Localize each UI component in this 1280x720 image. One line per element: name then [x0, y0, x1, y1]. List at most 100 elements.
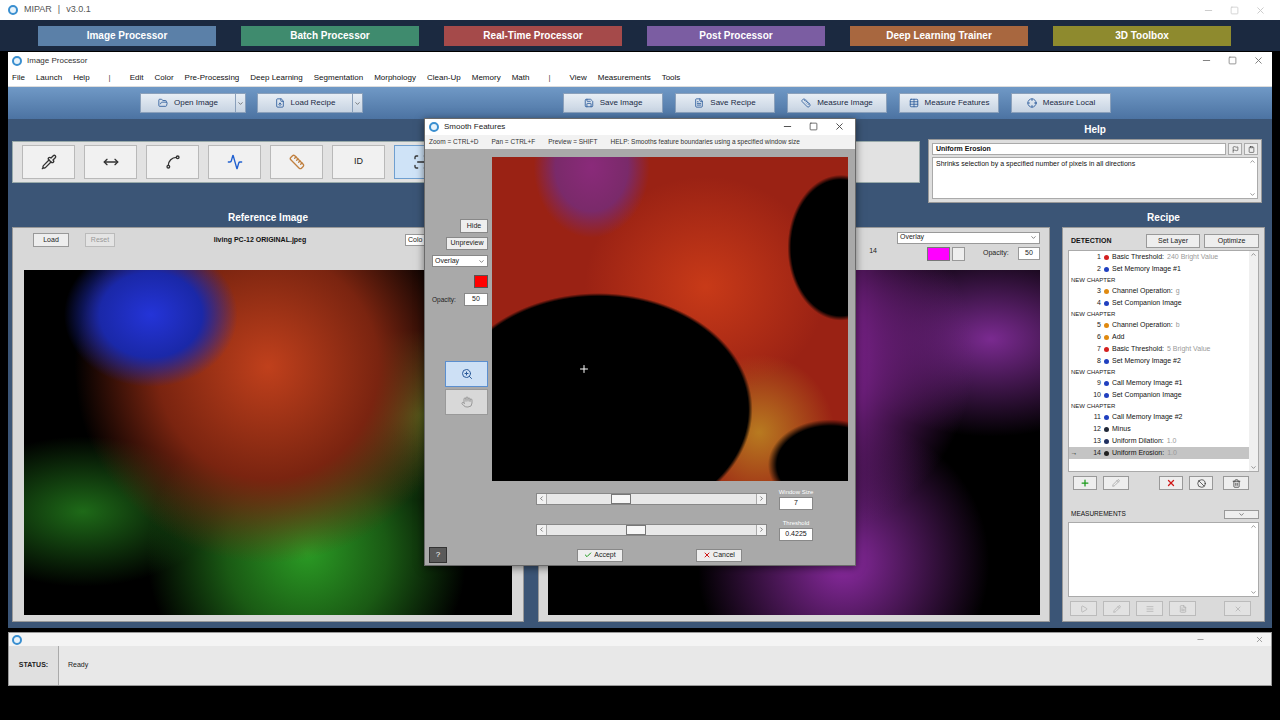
slider-thumb[interactable] [626, 525, 646, 535]
scroll-down-icon[interactable] [1250, 589, 1257, 596]
dialog-display-select[interactable]: Overlay [432, 255, 488, 267]
maximize-icon[interactable] [1230, 6, 1239, 15]
toolbar-button[interactable]: Save Image [563, 93, 663, 113]
menu-item[interactable]: Edit [130, 72, 144, 84]
optimize-button[interactable]: Optimize [1204, 234, 1259, 248]
menu-item[interactable]: Math [512, 72, 530, 84]
recipe-step[interactable]: 2Set Memory Image #1 [1069, 263, 1249, 275]
maximize-icon[interactable] [809, 122, 818, 131]
toolbar-button[interactable]: Open Image [140, 93, 246, 113]
delete-step-button[interactable] [1159, 476, 1183, 490]
tool-button[interactable] [270, 145, 323, 179]
dialog-opacity-input[interactable]: 50 [464, 293, 488, 306]
cancel-button[interactable]: Cancel [696, 549, 742, 562]
recipe-step[interactable]: 8Set Memory Image #2 [1069, 355, 1249, 367]
slider-right-arrow[interactable] [756, 494, 766, 504]
slider-value[interactable]: 7 [779, 497, 813, 510]
nav-tool-button[interactable] [445, 361, 488, 387]
load-button[interactable]: Load [33, 233, 69, 247]
menu-item[interactable]: Memory [472, 72, 501, 84]
tool-button[interactable] [84, 145, 137, 179]
reset-button[interactable]: Reset [85, 233, 115, 247]
overlay-color-button[interactable] [952, 247, 965, 261]
toolbar-button[interactable]: Load Recipe [257, 93, 363, 113]
module-button[interactable]: Batch Processor [241, 26, 419, 46]
menu-item[interactable]: Launch [36, 72, 62, 84]
menu-item[interactable]: Morphology [374, 72, 416, 84]
minimize-icon[interactable] [1196, 635, 1205, 644]
toolbar-dropdown-arrow[interactable] [352, 94, 362, 112]
clear-recipe-button[interactable] [1223, 476, 1249, 490]
recipe-step[interactable]: 13Uniform Dilation:1.0 [1069, 435, 1249, 447]
recipe-step[interactable]: 11Call Memory Image #2 [1069, 411, 1249, 423]
toolbar-button[interactable]: Measure Local [1011, 93, 1111, 113]
slider-value[interactable]: 0.4225 [779, 528, 813, 541]
measurement-button[interactable] [1070, 601, 1097, 616]
measurement-button[interactable] [1224, 601, 1251, 616]
help-topic[interactable]: Uniform Erosion [932, 143, 1226, 155]
menu-item[interactable]: Help [73, 72, 89, 84]
scroll-up-icon[interactable] [1249, 158, 1256, 165]
tool-button[interactable] [208, 145, 261, 179]
add-step-button[interactable] [1073, 476, 1097, 490]
slider-left-arrow[interactable] [537, 494, 547, 504]
minimize-icon[interactable] [1201, 55, 1212, 66]
tool-button[interactable] [22, 145, 75, 179]
dialog-overlay-swatch[interactable] [474, 275, 488, 288]
toolbar-button-main[interactable]: Load Recipe [258, 94, 352, 112]
recipe-step[interactable]: 7Basic Threshold:5 Bright Value [1069, 343, 1249, 355]
recipe-step[interactable]: 1Basic Threshold:240 Bright Value [1069, 251, 1249, 263]
minimize-icon[interactable] [782, 121, 793, 132]
scroll-up-icon[interactable] [1250, 251, 1257, 258]
close-icon[interactable] [1255, 635, 1264, 644]
toolbar-dropdown-arrow[interactable] [235, 94, 245, 112]
slider-left-arrow[interactable] [537, 525, 547, 535]
disable-step-button[interactable] [1189, 476, 1213, 490]
toolbar-button[interactable]: Measure Image [787, 93, 887, 113]
scroll-up-icon[interactable] [1250, 523, 1257, 530]
measurements-dropdown[interactable] [1224, 510, 1259, 519]
measurement-button[interactable] [1169, 601, 1196, 616]
menu-item[interactable]: Clean-Up [427, 72, 461, 84]
slider-right-arrow[interactable] [756, 525, 766, 535]
recipe-step[interactable]: 5Channel Operation:b [1069, 319, 1249, 331]
scroll-down-icon[interactable] [1250, 464, 1257, 471]
recipe-step[interactable]: →14Uniform Erosion:1.0 [1069, 447, 1249, 459]
recipe-step[interactable]: 4Set Companion Image [1069, 297, 1249, 309]
module-button[interactable]: Post Processor [647, 26, 825, 46]
recipe-step[interactable]: 12Minus [1069, 423, 1249, 435]
menu-item[interactable]: Tools [662, 72, 681, 84]
tool-button[interactable]: ID [332, 145, 385, 179]
measurement-button[interactable] [1103, 601, 1130, 616]
menu-item[interactable]: Measurements [598, 72, 651, 84]
module-button[interactable]: 3D Toolbox [1053, 26, 1231, 46]
overlay-color-swatch[interactable] [927, 247, 950, 261]
toolbar-button[interactable]: Save Recipe [675, 93, 775, 113]
toolbar-button-main[interactable]: Open Image [141, 94, 235, 112]
menu-item[interactable]: Color [154, 72, 173, 84]
menu-item[interactable]: Deep Learning [250, 72, 302, 84]
slider-track[interactable] [536, 524, 767, 536]
recipe-step[interactable]: 9Call Memory Image #1 [1069, 377, 1249, 389]
scroll-down-icon[interactable] [1249, 191, 1256, 198]
minimize-icon[interactable] [1203, 5, 1214, 16]
close-icon[interactable] [834, 121, 845, 132]
module-button[interactable]: Deep Learning Trainer [850, 26, 1028, 46]
dialog-help-button[interactable]: ? [429, 547, 447, 563]
measurement-button[interactable] [1136, 601, 1163, 616]
recipe-step[interactable]: 10Set Companion Image [1069, 389, 1249, 401]
processed-display-select[interactable]: Overlay [897, 232, 1040, 244]
help-scrollbar[interactable] [1248, 158, 1257, 198]
edit-step-button[interactable] [1103, 476, 1129, 490]
menu-item[interactable]: Segmentation [314, 72, 363, 84]
measurements-scrollbar[interactable] [1249, 523, 1258, 596]
toolbar-button[interactable]: Measure Features [899, 93, 999, 113]
tool-button[interactable] [146, 145, 199, 179]
slider-thumb[interactable] [611, 494, 631, 504]
module-button[interactable]: Real-Time Processor [444, 26, 622, 46]
help-flag-button[interactable] [1228, 143, 1242, 155]
set-layer-button[interactable]: Set Layer [1146, 234, 1200, 248]
slider-track[interactable] [536, 493, 767, 505]
menu-item[interactable]: Pre-Processing [185, 72, 240, 84]
close-icon[interactable] [1253, 55, 1264, 66]
